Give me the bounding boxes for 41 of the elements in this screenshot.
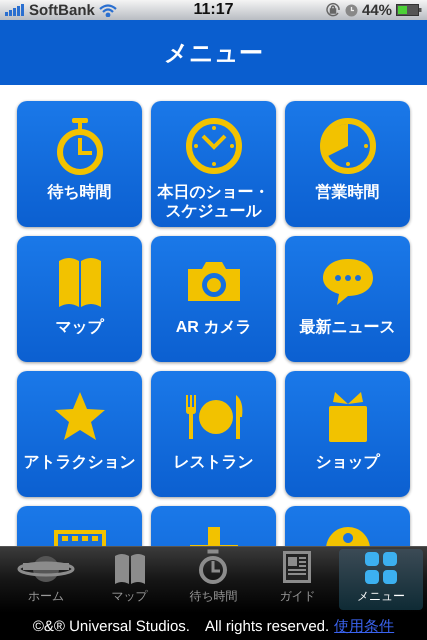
- menu-tile[interactable]: レストラン: [151, 371, 276, 497]
- menu-tile[interactable]: マップ: [17, 236, 142, 362]
- tile-label: 本日のショー・スケジュール: [156, 183, 270, 221]
- stopwatch-icon: [197, 549, 230, 585]
- tab-item[interactable]: 待ち時間: [172, 549, 256, 610]
- book-icon: [112, 551, 147, 585]
- menu-tile[interactable]: 待ち時間: [17, 101, 142, 227]
- terms-link[interactable]: 使用条件: [334, 616, 394, 636]
- tile-label: 最新ニュース: [300, 318, 396, 337]
- tile-label: 営業時間: [316, 183, 380, 202]
- menu-tile[interactable]: 営業時間: [285, 101, 410, 227]
- menu-tile[interactable]: ショップ: [285, 371, 410, 497]
- tile-label: マップ: [56, 318, 104, 337]
- battery-percent: 44%: [362, 2, 392, 18]
- tile-label: ショップ: [316, 453, 380, 472]
- tile-label: レストラン: [174, 453, 254, 472]
- carrier-name: SoftBank: [29, 2, 95, 18]
- tab-item[interactable]: マップ: [88, 549, 172, 610]
- menu-tile[interactable]: AR カメラ: [151, 236, 276, 362]
- clock-icon: [318, 116, 378, 176]
- tile-label: 待ち時間: [48, 183, 112, 202]
- clock-icon: [344, 4, 358, 16]
- menu-tile[interactable]: 本日のショー・スケジュール: [151, 101, 276, 227]
- tile-label: アトラクション: [24, 453, 136, 472]
- battery-icon: [396, 4, 422, 16]
- tab-item[interactable]: メニュー: [339, 549, 423, 610]
- menu-tile[interactable]: 最新ニュース: [285, 236, 410, 362]
- tab-item[interactable]: ホーム: [4, 549, 88, 610]
- screen-title: メニュー: [164, 38, 263, 68]
- tab-item[interactable]: ガイド: [255, 549, 340, 610]
- wifi-icon: [98, 4, 117, 16]
- tile-label: AR カメラ: [176, 318, 252, 337]
- clock-icon: [184, 116, 244, 176]
- menu-tile[interactable]: アトラクション: [17, 371, 142, 497]
- status-time: 11:17: [193, 1, 234, 19]
- rotation-lock-icon: [324, 2, 341, 18]
- signal-icon: [5, 4, 25, 16]
- copyright-text: ©&® Universal Studios. All rights reserved.: [32, 616, 330, 636]
- newspaper-icon: [281, 549, 314, 585]
- grid-icon: [364, 551, 398, 585]
- star-icon: [52, 390, 106, 442]
